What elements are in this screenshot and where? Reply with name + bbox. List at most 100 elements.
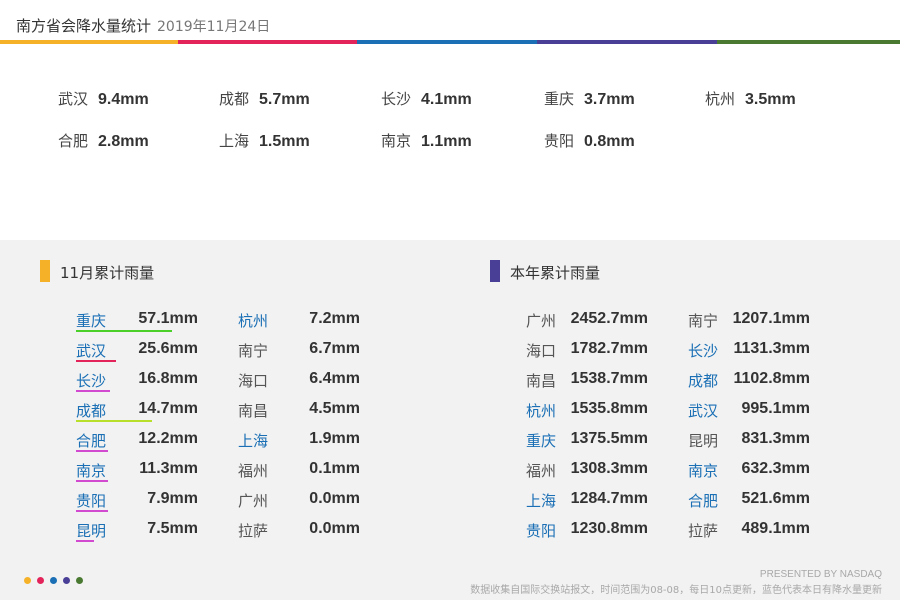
yearly-row: 贵阳 1230.8mm bbox=[526, 520, 648, 544]
yearly-row: 重庆 1375.5mm bbox=[526, 430, 648, 454]
monthly-value: 7.5mm bbox=[147, 520, 198, 537]
daily-item: 合肥 2.8mm bbox=[58, 130, 149, 151]
monthly-value: 7.9mm bbox=[147, 490, 198, 507]
dot-red bbox=[37, 577, 44, 584]
yearly-row: 成都 1102.8mm bbox=[688, 370, 810, 394]
monthly-row: 拉萨 0.0mm bbox=[238, 520, 360, 544]
monthly-city: 南昌 bbox=[238, 402, 269, 420]
monthly-city: 重庆 bbox=[76, 312, 107, 330]
color-bar-green bbox=[717, 40, 900, 44]
city-underline bbox=[76, 480, 108, 482]
yearly-city: 南昌 bbox=[526, 372, 557, 390]
yearly-row: 福州 1308.3mm bbox=[526, 460, 648, 484]
monthly-value: 14.7mm bbox=[138, 400, 198, 417]
title-date: 2019年11月24日 bbox=[157, 19, 271, 35]
yearly-row: 南宁 1207.1mm bbox=[688, 310, 810, 334]
daily-city: 重庆 bbox=[544, 90, 575, 108]
daily-value: 3.7mm bbox=[584, 91, 635, 108]
monthly-value: 0.0mm bbox=[309, 490, 360, 507]
yearly-value: 521.6mm bbox=[741, 490, 811, 507]
daily-value: 2.8mm bbox=[98, 133, 149, 150]
city-underline bbox=[76, 450, 108, 452]
city-underline bbox=[76, 360, 116, 362]
monthly-city: 长沙 bbox=[76, 372, 107, 390]
yearly-city: 昆明 bbox=[688, 432, 719, 450]
monthly-row: 南宁 6.7mm bbox=[238, 340, 360, 364]
daily-item: 重庆 3.7mm bbox=[544, 88, 635, 109]
daily-item: 成都 5.7mm bbox=[219, 88, 310, 109]
yearly-row: 长沙 1131.3mm bbox=[688, 340, 810, 364]
yearly-row: 广州 2452.7mm bbox=[526, 310, 648, 334]
yearly-value: 831.3mm bbox=[741, 430, 811, 447]
monthly-value: 25.6mm bbox=[138, 340, 198, 357]
color-bar bbox=[0, 40, 900, 44]
yearly-value: 1131.3mm bbox=[733, 340, 810, 357]
yearly-value: 632.3mm bbox=[741, 460, 811, 477]
monthly-row: 福州 0.1mm bbox=[238, 460, 360, 484]
yearly-city: 长沙 bbox=[688, 342, 719, 360]
daily-city: 贵阳 bbox=[544, 132, 575, 150]
yearly-city: 南京 bbox=[688, 462, 719, 480]
monthly-city: 广州 bbox=[238, 492, 269, 510]
city-underline bbox=[76, 390, 110, 392]
yearly-city: 贵阳 bbox=[526, 522, 557, 540]
yearly-row: 杭州 1535.8mm bbox=[526, 400, 648, 424]
city-underline bbox=[76, 330, 172, 332]
title-text: 南方省会降水量统计 bbox=[16, 17, 152, 35]
monthly-row: 广州 0.0mm bbox=[238, 490, 360, 514]
daily-item: 武汉 9.4mm bbox=[58, 88, 149, 109]
dot-orange bbox=[24, 577, 31, 584]
yearly-row: 南京 632.3mm bbox=[688, 460, 810, 484]
monthly-row: 昆明 7.5mm bbox=[76, 520, 198, 544]
page-title: 南方省会降水量统计 2019年11月24日 bbox=[16, 15, 270, 36]
yearly-city: 海口 bbox=[526, 342, 557, 360]
daily-item: 杭州 3.5mm bbox=[705, 88, 796, 109]
yearly-row: 南昌 1538.7mm bbox=[526, 370, 648, 394]
yearly-city: 拉萨 bbox=[688, 522, 719, 540]
yearly-value: 995.1mm bbox=[741, 400, 811, 417]
yearly-row: 合肥 521.6mm bbox=[688, 490, 810, 514]
monthly-row: 海口 6.4mm bbox=[238, 370, 360, 394]
yearly-city: 合肥 bbox=[688, 492, 719, 510]
yearly-value: 1230.8mm bbox=[570, 520, 648, 537]
monthly-value: 0.0mm bbox=[309, 520, 360, 537]
dot-purple bbox=[63, 577, 70, 584]
monthly-city: 南京 bbox=[76, 462, 107, 480]
monthly-section-title: 11月累计雨量 bbox=[60, 264, 155, 282]
yearly-value: 1207.1mm bbox=[732, 310, 810, 327]
monthly-city: 上海 bbox=[238, 432, 269, 450]
monthly-city: 海口 bbox=[238, 372, 269, 390]
yearly-row: 拉萨 489.1mm bbox=[688, 520, 810, 544]
yearly-city: 成都 bbox=[688, 372, 719, 390]
daily-city: 上海 bbox=[219, 132, 250, 150]
yearly-city: 广州 bbox=[526, 312, 557, 330]
city-underline bbox=[76, 420, 152, 422]
yearly-value: 2452.7mm bbox=[570, 310, 648, 327]
credit: PRESENTED BY NASDAQ bbox=[759, 569, 882, 580]
daily-item: 上海 1.5mm bbox=[219, 130, 310, 151]
yearly-row: 上海 1284.7mm bbox=[526, 490, 648, 514]
dot-blue bbox=[50, 577, 57, 584]
monthly-value: 7.2mm bbox=[309, 310, 360, 327]
daily-city: 杭州 bbox=[705, 90, 736, 108]
monthly-city: 拉萨 bbox=[238, 522, 269, 540]
monthly-city: 武汉 bbox=[76, 342, 107, 360]
footnote: 数据收集自国际交换站报文，时间范围为08-08，每日10点更新，蓝色代表本日有降… bbox=[470, 585, 882, 596]
daily-value: 5.7mm bbox=[259, 91, 310, 108]
yearly-section-title: 本年累计雨量 bbox=[510, 264, 601, 282]
monthly-row: 杭州 7.2mm bbox=[238, 310, 360, 334]
yearly-city: 武汉 bbox=[688, 402, 719, 420]
yearly-value: 1782.7mm bbox=[570, 340, 648, 357]
monthly-value: 0.1mm bbox=[309, 460, 360, 477]
daily-value: 3.5mm bbox=[745, 91, 796, 108]
dot-green bbox=[76, 577, 83, 584]
daily-item: 长沙 4.1mm bbox=[381, 88, 472, 109]
yearly-row: 武汉 995.1mm bbox=[688, 400, 810, 424]
yearly-value: 1308.3mm bbox=[570, 460, 648, 477]
monthly-value: 11.3mm bbox=[139, 460, 198, 477]
color-bar-blue bbox=[357, 40, 537, 44]
monthly-value: 16.8mm bbox=[138, 370, 198, 387]
city-underline bbox=[76, 540, 94, 542]
daily-value: 0.8mm bbox=[584, 133, 635, 150]
yearly-value: 1102.8mm bbox=[733, 370, 810, 387]
